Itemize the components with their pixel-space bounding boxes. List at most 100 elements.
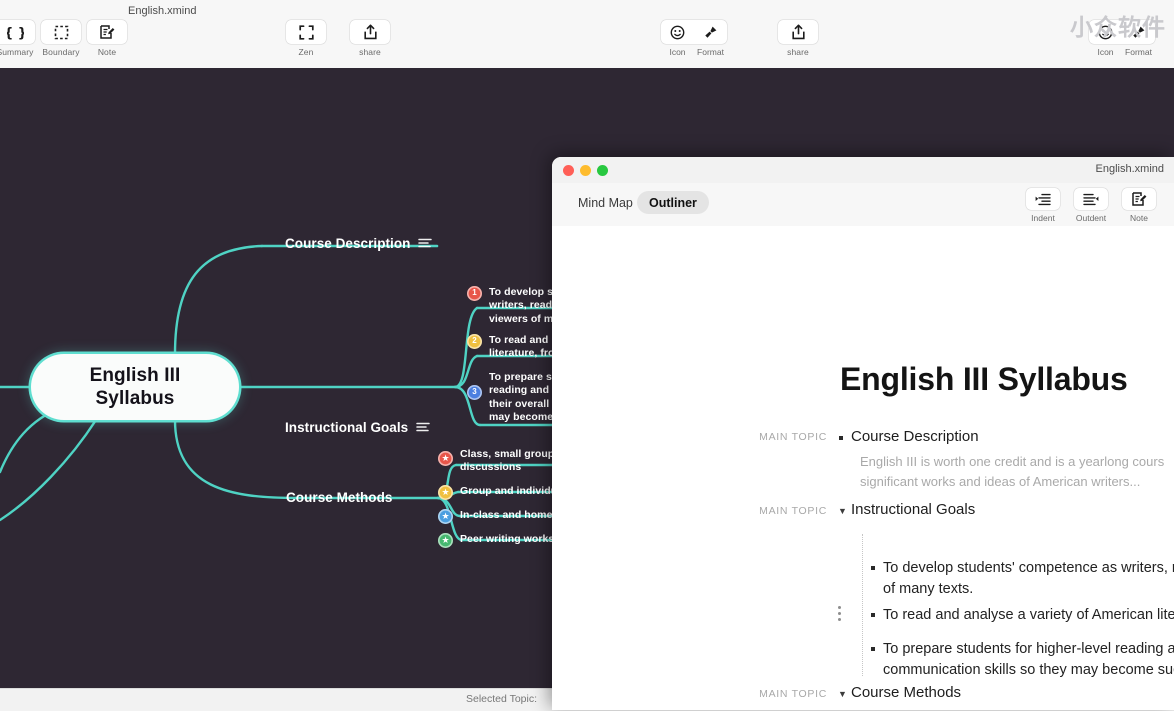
leaf-goal-3[interactable]: 3 To prepare s reading and their overall… — [467, 371, 553, 425]
branch-label-text: Instructional Goals — [285, 420, 408, 435]
share-button[interactable]: share — [347, 20, 393, 57]
bullet-icon — [839, 436, 843, 440]
summary-label: Summary — [0, 47, 34, 57]
outliner-note-label: Note — [1130, 213, 1148, 223]
outliner-window[interactable]: English.xmind Mind Map Outliner Indent O… — [552, 157, 1174, 710]
tab-mind-map[interactable]: Mind Map — [566, 191, 645, 214]
leaf-goal-2[interactable]: 2 To read and literature, fro — [467, 334, 555, 361]
leaf-text: To develop s writers, read viewers of m — [489, 286, 553, 326]
outliner-heading: English III Syllabus — [840, 361, 1128, 398]
main-topic-tag: MAIN TOPIC — [737, 688, 827, 700]
zen-button[interactable]: Zen — [283, 20, 329, 57]
format-label: Format — [694, 47, 727, 57]
zoom-button[interactable] — [597, 165, 608, 176]
outliner-toolbar: Mind Map Outliner Indent Outdent — [552, 183, 1174, 227]
paint-brush-icon[interactable] — [694, 20, 727, 44]
central-topic-node[interactable]: English III Syllabus — [31, 354, 239, 420]
star-icon-blue: ★ — [438, 509, 453, 524]
share-label-2: share — [787, 47, 809, 57]
outline-guide-line — [862, 534, 863, 676]
share-upload-icon — [778, 20, 818, 44]
indent-icon — [1026, 188, 1060, 210]
indent-label: Indent — [1031, 213, 1055, 223]
number-badge-2-icon: 2 — [467, 334, 482, 349]
branch-instructional-goals[interactable]: Instructional Goals — [285, 420, 430, 435]
outliner-titlebar[interactable]: English.xmind — [552, 157, 1174, 183]
braces-icon: { } — [0, 20, 35, 44]
note-preview-line-1: English III is worth one credit and is a… — [860, 452, 1164, 472]
share-upload-icon — [350, 20, 390, 44]
outdent-button[interactable]: Outdent — [1070, 188, 1112, 223]
mindmap-toolbar-left-pane: English.xmind { } Summary Boundary Note — [0, 0, 742, 68]
toolbar-group-zen: Zen share — [283, 20, 393, 57]
star-icon-yellow: ★ — [438, 485, 453, 500]
tab-outliner[interactable]: Outliner — [637, 191, 709, 214]
outliner-content[interactable]: English III Syllabus MAIN TOPIC Course D… — [552, 226, 1174, 710]
leaf-goal-1[interactable]: 1 To develop s writers, read viewers of … — [467, 286, 553, 326]
boundary-button[interactable]: Boundary — [38, 20, 84, 57]
tab-mind-map-label: Mind Map — [578, 196, 633, 210]
leaf-method-2[interactable]: ★ Group and individua — [438, 485, 563, 500]
note-indicator-icon — [416, 420, 430, 435]
tab-outliner-label: Outliner — [649, 196, 697, 210]
mindmap-document-title: English.xmind — [128, 5, 196, 17]
bullet-icon — [871, 613, 875, 617]
outliner-subtopic-goal-1-line-2: of many texts. — [883, 578, 973, 600]
drag-handle[interactable] — [838, 606, 841, 624]
watermark: 小众软件 — [1070, 8, 1166, 42]
branch-course-methods[interactable]: Course Methods — [286, 490, 392, 505]
leaf-text: In-class and homew — [460, 509, 561, 522]
star-icon-red: ★ — [438, 451, 453, 466]
outliner-topic-course-description[interactable]: Course Description — [851, 428, 979, 445]
zen-label: Zen — [299, 47, 314, 57]
star-icon-green: ★ — [438, 533, 453, 548]
leaf-method-3[interactable]: ★ In-class and homew — [438, 509, 561, 524]
minimize-button[interactable] — [580, 165, 591, 176]
toolbar-group-insert: { } Summary Boundary Note — [0, 20, 130, 57]
svg-text:{ }: { } — [7, 26, 24, 40]
number-badge-1-icon: 1 — [467, 286, 482, 301]
share-button-2[interactable]: share — [775, 20, 821, 57]
boundary-label: Boundary — [42, 47, 79, 57]
note-edit-icon — [87, 20, 127, 44]
outliner-topic-instructional-goals[interactable]: Instructional Goals — [851, 501, 975, 518]
main-topic-tag: MAIN TOPIC — [737, 431, 827, 443]
branch-label-text: Course Methods — [286, 490, 392, 505]
outliner-topic-course-methods[interactable]: Course Methods — [851, 684, 961, 701]
leaf-text: Peer writing worksh — [460, 533, 561, 546]
outliner-subtopic-goal-2[interactable]: To read and analyse a variety of America… — [883, 604, 1174, 626]
leaf-method-4[interactable]: ★ Peer writing worksh — [438, 533, 561, 548]
leaf-text: To prepare s reading and their overall m… — [489, 371, 553, 425]
bullet-icon — [871, 647, 875, 651]
main-topic-tag: MAIN TOPIC — [737, 505, 827, 517]
outliner-document-title: English.xmind — [1096, 163, 1164, 175]
outdent-icon — [1074, 188, 1108, 210]
note-button[interactable]: Note — [84, 20, 130, 57]
leaf-text: Group and individua — [460, 485, 563, 498]
outliner-note-button[interactable]: Note — [1118, 188, 1160, 223]
indent-button[interactable]: Indent — [1022, 188, 1064, 223]
chevron-down-icon[interactable]: ▼ — [838, 506, 847, 516]
close-button[interactable] — [563, 165, 574, 176]
outliner-subtopic-goal-1-line-1[interactable]: To develop students' competence as write… — [883, 557, 1174, 579]
selected-topic-label: Selected Topic: — [466, 693, 537, 705]
central-topic-text: English III Syllabus — [90, 364, 181, 410]
outliner-subtopic-goal-3-line-1[interactable]: To prepare students for higher-level rea… — [883, 638, 1174, 660]
icon-label-2: Icon — [1089, 47, 1122, 57]
note-preview-line-2: significant works and ideas of American … — [860, 472, 1140, 492]
toolbar-group-inspector: Icon Format — [661, 20, 727, 57]
chevron-down-icon[interactable]: ▼ — [838, 689, 847, 699]
note-indicator-icon — [418, 236, 432, 251]
note-label: Note — [98, 47, 116, 57]
format-label-2: Format — [1122, 47, 1155, 57]
branch-course-description[interactable]: Course Description — [285, 236, 432, 251]
leaf-method-1[interactable]: ★ Class, small groups, discussions — [438, 448, 563, 475]
icon-format-pair — [661, 20, 727, 44]
icon-label: Icon — [661, 47, 694, 57]
bullet-icon — [871, 566, 875, 570]
mindmap-window-toolbar: English.xmind { } Summary Boundary Note — [0, 0, 1174, 69]
smiley-icon[interactable] — [661, 20, 694, 44]
summary-button[interactable]: { } Summary — [0, 20, 38, 57]
outdent-label: Outdent — [1076, 213, 1106, 223]
number-badge-3-icon: 3 — [467, 385, 482, 400]
